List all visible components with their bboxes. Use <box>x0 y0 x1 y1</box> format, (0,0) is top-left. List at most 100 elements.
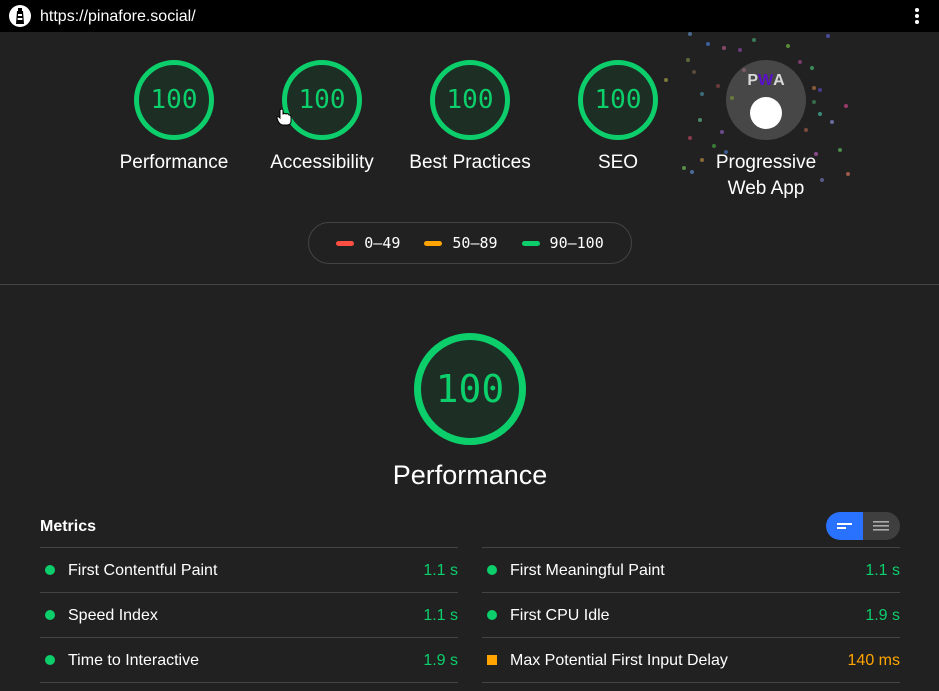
confetti-dot <box>688 32 692 36</box>
confetti-dot <box>682 166 686 170</box>
pwa-badge-text: PWA <box>747 72 785 89</box>
legend-range-pass: 90–100 <box>549 234 604 252</box>
gauge-accessibility-score: 100 <box>298 85 346 115</box>
pass-indicator-icon <box>45 610 55 620</box>
pass-indicator-icon <box>487 610 497 620</box>
gauge-best-practices-score: 100 <box>446 85 494 115</box>
metrics-column-right: First Meaningful Paint 1.1 s First CPU I… <box>482 547 900 683</box>
metric-name: First CPU Idle <box>510 607 610 624</box>
performance-score: 100 <box>435 367 505 411</box>
legend-range-fail: 0–49 <box>364 234 401 252</box>
performance-gauge: 100 <box>414 333 526 445</box>
confetti-dot <box>724 150 728 154</box>
confetti-dot <box>700 158 704 162</box>
metric-name: First Meaningful Paint <box>510 562 665 579</box>
performance-title: Performance <box>392 460 548 490</box>
confetti-dot <box>818 88 822 92</box>
gauge-performance-score: 100 <box>150 85 198 115</box>
confetti-dot <box>812 100 816 104</box>
gauge-seo-label: SEO <box>597 152 639 173</box>
confetti-dot <box>688 136 692 140</box>
expanded-view-button[interactable] <box>863 512 900 540</box>
gauge-best-practices-circle: 100 <box>430 60 510 140</box>
pass-indicator-icon <box>45 565 55 575</box>
gauge-performance-circle: 100 <box>134 60 214 140</box>
gauge-pwa-label: Progressive Web App <box>692 150 840 202</box>
section-divider <box>0 284 939 285</box>
confetti-dot <box>720 130 724 134</box>
metric-value: 1.1 s <box>423 562 458 579</box>
gauge-performance-label: Performance <box>119 152 229 173</box>
confetti-dot <box>738 48 742 52</box>
gauge-seo-circle: 100 <box>578 60 658 140</box>
legend-item-average: 50–89 <box>424 234 498 252</box>
confetti-dot <box>722 46 726 50</box>
confetti-dot <box>804 128 808 132</box>
score-legend: 0–49 50–89 90–100 <box>308 222 632 264</box>
gauge-best-practices-label: Best Practices <box>409 152 531 173</box>
confetti-dot <box>846 172 850 176</box>
metrics-column-left: First Contentful Paint 1.1 s Speed Index… <box>40 547 458 683</box>
gauge-accessibility-label: Accessibility <box>270 152 374 173</box>
lighthouse-logo-icon <box>9 5 31 27</box>
confetti-dot <box>786 44 790 48</box>
confetti-dot <box>814 152 818 156</box>
confetti-dot <box>818 112 822 116</box>
metric-row: First Meaningful Paint 1.1 s <box>482 547 900 592</box>
metric-value: 140 ms <box>847 652 900 669</box>
compact-view-button[interactable] <box>826 512 863 540</box>
metric-name: Max Potential First Input Delay <box>510 652 728 669</box>
average-indicator-icon <box>487 655 497 665</box>
confetti-dot <box>844 104 848 108</box>
pass-indicator-icon <box>45 655 55 665</box>
metric-value: 1.1 s <box>423 607 458 624</box>
metric-value: 1.1 s <box>865 562 900 579</box>
compact-view-icon <box>837 523 852 529</box>
metric-row: Speed Index 1.1 s <box>40 592 458 637</box>
legend-item-fail: 0–49 <box>336 234 400 252</box>
confetti-dot <box>692 70 696 74</box>
confetti-dot <box>716 84 720 88</box>
metric-row: First CPU Idle 1.9 s <box>482 592 900 637</box>
hand-cursor-icon <box>276 108 292 126</box>
gauge-pwa-label-line2: Web App <box>727 178 805 199</box>
metric-row: Max Potential First Input Delay 140 ms <box>482 637 900 682</box>
confetti-dot <box>752 38 756 42</box>
legend-range-average: 50–89 <box>452 234 498 252</box>
metric-value: 1.9 s <box>865 607 900 624</box>
metric-row: First Contentful Paint 1.1 s <box>40 547 458 592</box>
metric-row-divider <box>482 682 900 683</box>
gauge-accessibility-circle: 100 <box>282 60 362 140</box>
confetti-dot <box>820 178 824 182</box>
confetti-dot <box>798 60 802 64</box>
page-url: https://pinafore.social/ <box>40 8 196 25</box>
confetti-dot <box>700 92 704 96</box>
confetti-dot <box>742 68 746 72</box>
more-options-icon[interactable] <box>915 8 919 24</box>
confetti-dot <box>812 86 816 90</box>
metric-row-divider <box>40 682 458 683</box>
confetti-dot <box>830 120 834 124</box>
pass-indicator-icon <box>487 565 497 575</box>
confetti-dot <box>826 34 830 38</box>
metric-row: Time to Interactive 1.9 s <box>40 637 458 682</box>
confetti-dot <box>712 144 716 148</box>
gauge-seo-score: 100 <box>594 85 642 115</box>
top-bar: https://pinafore.social/ <box>0 0 939 32</box>
legend-swatch-pass <box>521 240 540 246</box>
pwa-badge: PWA <box>726 60 806 140</box>
legend-item-pass: 90–100 <box>521 234 604 252</box>
confetti-dot <box>690 170 694 174</box>
pwa-badge-dot <box>750 97 782 129</box>
confetti-dot <box>838 148 842 152</box>
metric-name: First Contentful Paint <box>68 562 218 579</box>
confetti-dot <box>686 58 690 62</box>
metrics-header: Metrics <box>40 518 97 535</box>
legend-swatch-fail <box>336 240 355 246</box>
legend-swatch-average <box>424 240 443 246</box>
expanded-view-icon <box>873 521 889 531</box>
confetti-dot <box>706 42 710 46</box>
confetti-dot <box>698 118 702 122</box>
metrics-view-toggle[interactable] <box>826 512 900 540</box>
confetti-dot <box>810 66 814 70</box>
